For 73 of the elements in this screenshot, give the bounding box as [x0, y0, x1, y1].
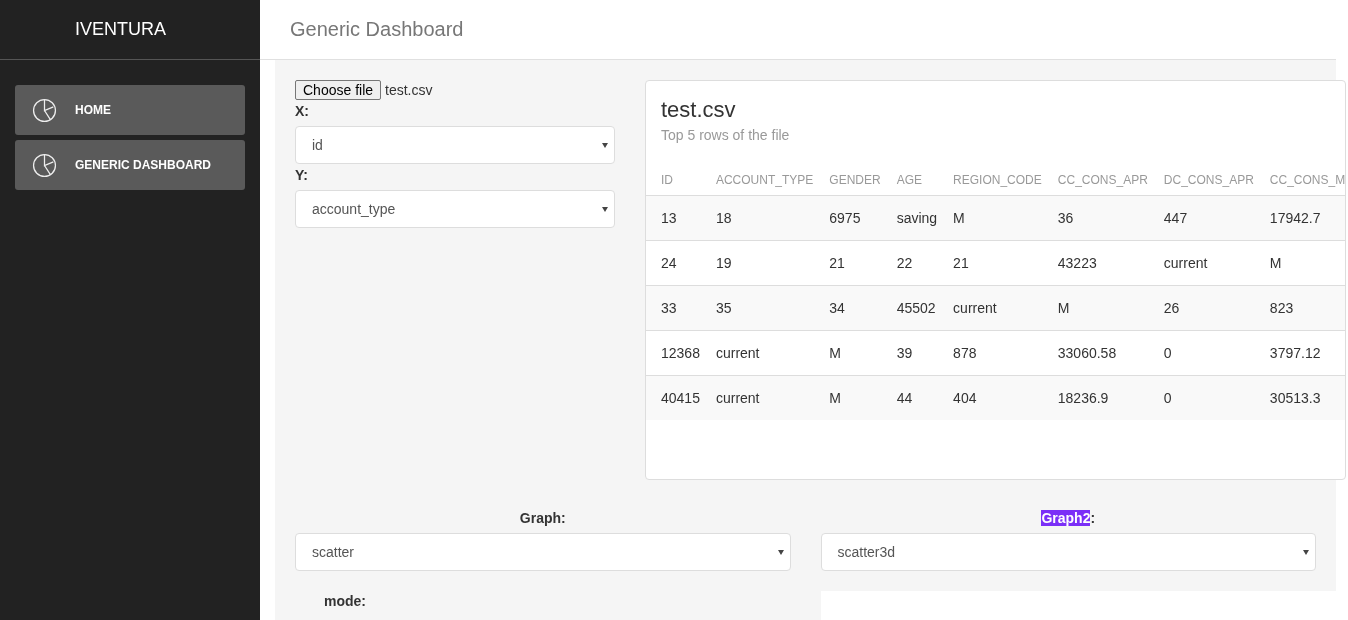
file-name: test.csv [385, 82, 433, 98]
brand-name: IVENTURA [75, 19, 166, 40]
table-cell: 6975 [829, 195, 897, 241]
table-cell: current [1163, 240, 1270, 286]
table-cell: M [829, 330, 897, 376]
table-cell: 18 [715, 195, 830, 241]
table-cell: M [829, 375, 897, 420]
table-cell: 44 [896, 375, 954, 420]
caret-icon [777, 550, 784, 555]
column-header: ACCOUNT_TYPE [715, 165, 830, 196]
table-cell: 823 [1269, 285, 1346, 331]
table-cell: 878 [953, 330, 1058, 376]
column-header: CC_CONS_M [1269, 165, 1346, 196]
page-title: Generic Dashboard [290, 18, 464, 41]
table-cell: 19 [715, 240, 830, 286]
y-select[interactable]: account_type [295, 190, 615, 228]
table-cell: 18236.9 [1057, 375, 1164, 420]
table-cell: saving [896, 195, 954, 241]
choose-file-button[interactable]: Choose file [295, 80, 382, 100]
table-cell: 36 [1057, 195, 1164, 241]
table-cell: current [953, 285, 1058, 331]
table-cell: 3797.12 [1269, 330, 1346, 376]
pie-chart-icon [32, 97, 57, 123]
table-cell: 21 [953, 240, 1058, 286]
table-cell: 24 [646, 240, 716, 286]
table-cell: M [1269, 240, 1346, 286]
table-cell: 40415 [646, 375, 716, 420]
caret-icon [602, 207, 608, 212]
table-cell: 43223 [1057, 240, 1164, 286]
table-cell: 30513.3 [1269, 375, 1346, 420]
graph2-select[interactable]: scatter3d [820, 533, 1316, 571]
column-header: AGE [896, 165, 954, 196]
column-header: GENDER [829, 165, 897, 196]
column-header: DC_CONS_APR [1163, 165, 1270, 196]
label-colon: : [561, 510, 566, 526]
graph-select[interactable]: scatter [295, 533, 791, 571]
field-label: mode: [324, 593, 367, 609]
pie-chart-icon [32, 152, 57, 178]
field-label: Y: [295, 167, 309, 183]
table-cell: M [1057, 285, 1164, 331]
table-cell: 33060.58 [1057, 330, 1164, 376]
table-cell: 39 [896, 330, 954, 376]
nav-item[interactable]: GENERIC DASHBOARD [15, 140, 245, 190]
table-cell: 447 [1163, 195, 1270, 241]
table-cell: current [715, 375, 830, 420]
table-cell: 17942.7 [1269, 195, 1346, 241]
field-label: X: [295, 103, 310, 119]
table-cell: 21 [829, 240, 897, 286]
table-cell: 26 [1163, 285, 1270, 331]
table-cell: 0 [1163, 330, 1270, 376]
field-label: Graph2 [1041, 510, 1091, 526]
column-header: REGION_CODE [953, 165, 1058, 196]
label-colon: : [1090, 510, 1096, 526]
card-title: test.csv [660, 97, 737, 123]
column-header: ID [646, 165, 716, 196]
table-cell: current [715, 330, 830, 376]
column-header: CC_CONS_APR [1057, 165, 1164, 196]
table-cell: 404 [953, 375, 1058, 420]
card-subtitle: Top 5 rows of the file [660, 127, 791, 143]
caret-icon [1303, 550, 1309, 555]
table-cell: 35 [715, 285, 830, 331]
table-cell: 13 [646, 195, 716, 241]
table-cell: 45502 [896, 285, 954, 331]
table-cell: M [953, 195, 1058, 241]
table-cell: 33 [646, 285, 716, 331]
caret-icon [602, 143, 608, 148]
x-select[interactable]: id [295, 126, 615, 164]
nav-item[interactable]: HOME [15, 85, 245, 135]
table-cell: 22 [896, 240, 954, 286]
table-cell: 0 [1163, 375, 1270, 420]
table-cell: 34 [829, 285, 897, 331]
field-label: Graph [519, 510, 562, 526]
table-cell: 12368 [646, 330, 716, 376]
